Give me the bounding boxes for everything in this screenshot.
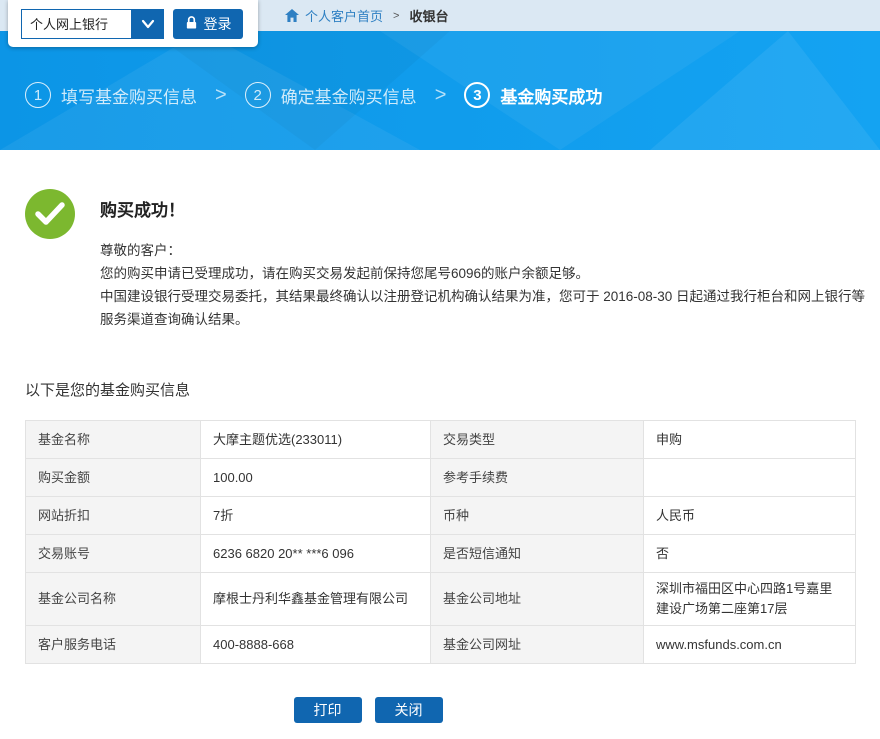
info-value-cell: 7折 <box>201 497 431 535</box>
login-button[interactable]: 登录 <box>173 9 243 39</box>
success-message: 尊敬的客户： 您的购买申请已受理成功，请在购买交易发起前保持您尾号6096的账户… <box>100 239 868 331</box>
step-3-active: 3 基金购买成功 <box>464 82 602 108</box>
info-value-cell: 申购 <box>644 421 856 459</box>
table-row: 交易账号 6236 6820 20** ***6 096 是否短信通知 否 <box>26 535 856 573</box>
step-3-label: 基金购买成功 <box>500 83 602 108</box>
success-greeting: 尊敬的客户： <box>100 239 868 262</box>
info-value-cell: 400-8888-668 <box>201 626 431 664</box>
table-row: 购买金额 100.00 参考手续费 <box>26 459 856 497</box>
step-1-label: 填写基金购买信息 <box>61 83 197 108</box>
info-section-heading: 以下是您的基金购买信息 <box>25 379 190 400</box>
breadcrumb: 个人客户首页 > 收银台 <box>285 0 448 31</box>
table-row: 基金公司名称 摩根士丹利华鑫基金管理有限公司 基金公司地址 深圳市福田区中心四路… <box>26 573 856 626</box>
home-icon[interactable] <box>285 9 299 22</box>
success-line2: 中国建设银行受理交易委托，其结果最终确认以注册登记机构确认结果为准，您可于 20… <box>100 285 868 331</box>
info-value-cell: 否 <box>644 535 856 573</box>
step-1: 1 填写基金购买信息 <box>25 82 197 108</box>
step-banner: 1 填写基金购买信息 > 2 确定基金购买信息 > 3 基金购买成功 <box>0 31 880 150</box>
info-value-cell: 6236 6820 20** ***6 096 <box>201 535 431 573</box>
info-label-cell: 基金名称 <box>26 421 201 459</box>
step-2-number: 2 <box>245 82 271 108</box>
info-label-cell: 币种 <box>431 497 644 535</box>
info-label-cell: 是否短信通知 <box>431 535 644 573</box>
page: 个人客户首页 > 收银台 个人网上银行 登录 1 填写基金购买信息 <box>0 0 880 739</box>
info-value-cell: 人民币 <box>644 497 856 535</box>
table-row: 客户服务电话 400-8888-668 基金公司网址 www.msfunds.c… <box>26 626 856 664</box>
info-label-cell: 基金公司地址 <box>431 573 644 626</box>
info-label-cell: 基金公司名称 <box>26 573 201 626</box>
info-label-cell: 购买金额 <box>26 459 201 497</box>
info-label-cell: 交易账号 <box>26 535 201 573</box>
login-card: 个人网上银行 登录 <box>8 0 258 47</box>
chevron-down-icon[interactable] <box>131 9 164 39</box>
login-button-label: 登录 <box>204 14 232 34</box>
breadcrumb-separator: > <box>393 10 399 22</box>
success-title: 购买成功！ <box>100 196 185 221</box>
print-button[interactable]: 打印 <box>294 697 362 723</box>
step-3-number: 3 <box>464 82 490 108</box>
info-value-cell: 摩根士丹利华鑫基金管理有限公司 <box>201 573 431 626</box>
info-label-cell: 参考手续费 <box>431 459 644 497</box>
success-line1: 您的购买申请已受理成功，请在购买交易发起前保持您尾号6096的账户余额足够。 <box>100 262 868 285</box>
info-value-cell: 深圳市福田区中心四路1号嘉里建设广场第二座第17层 <box>644 573 856 626</box>
info-value-cell: 大摩主题优选(233011) <box>201 421 431 459</box>
table-row: 基金名称 大摩主题优选(233011) 交易类型 申购 <box>26 421 856 459</box>
close-button[interactable]: 关闭 <box>375 697 443 723</box>
table-row: 网站折扣 7折 币种 人民币 <box>26 497 856 535</box>
info-label-cell: 网站折扣 <box>26 497 201 535</box>
fund-info-table: 基金名称 大摩主题优选(233011) 交易类型 申购 购买金额 100.00 … <box>25 420 856 664</box>
banking-channel-select[interactable]: 个人网上银行 <box>21 9 164 39</box>
success-check-icon <box>25 189 75 239</box>
banking-channel-select-value[interactable]: 个人网上银行 <box>21 9 131 39</box>
breadcrumb-current: 收银台 <box>409 6 448 25</box>
step-separator-icon: > <box>215 84 227 107</box>
step-2-label: 确定基金购买信息 <box>281 83 417 108</box>
lock-icon <box>185 15 198 33</box>
step-separator-icon: > <box>435 84 447 107</box>
step-indicator: 1 填写基金购买信息 > 2 确定基金购买信息 > 3 基金购买成功 <box>25 82 602 108</box>
info-label-cell: 客户服务电话 <box>26 626 201 664</box>
info-label-cell: 基金公司网址 <box>431 626 644 664</box>
action-button-row: 打印 关闭 <box>0 697 736 723</box>
step-1-number: 1 <box>25 82 51 108</box>
info-value-cell: 100.00 <box>201 459 431 497</box>
breadcrumb-home-link[interactable]: 个人客户首页 <box>305 6 383 25</box>
info-value-cell: www.msfunds.com.cn <box>644 626 856 664</box>
info-value-cell <box>644 459 856 497</box>
step-2: 2 确定基金购买信息 <box>245 82 417 108</box>
info-label-cell: 交易类型 <box>431 421 644 459</box>
